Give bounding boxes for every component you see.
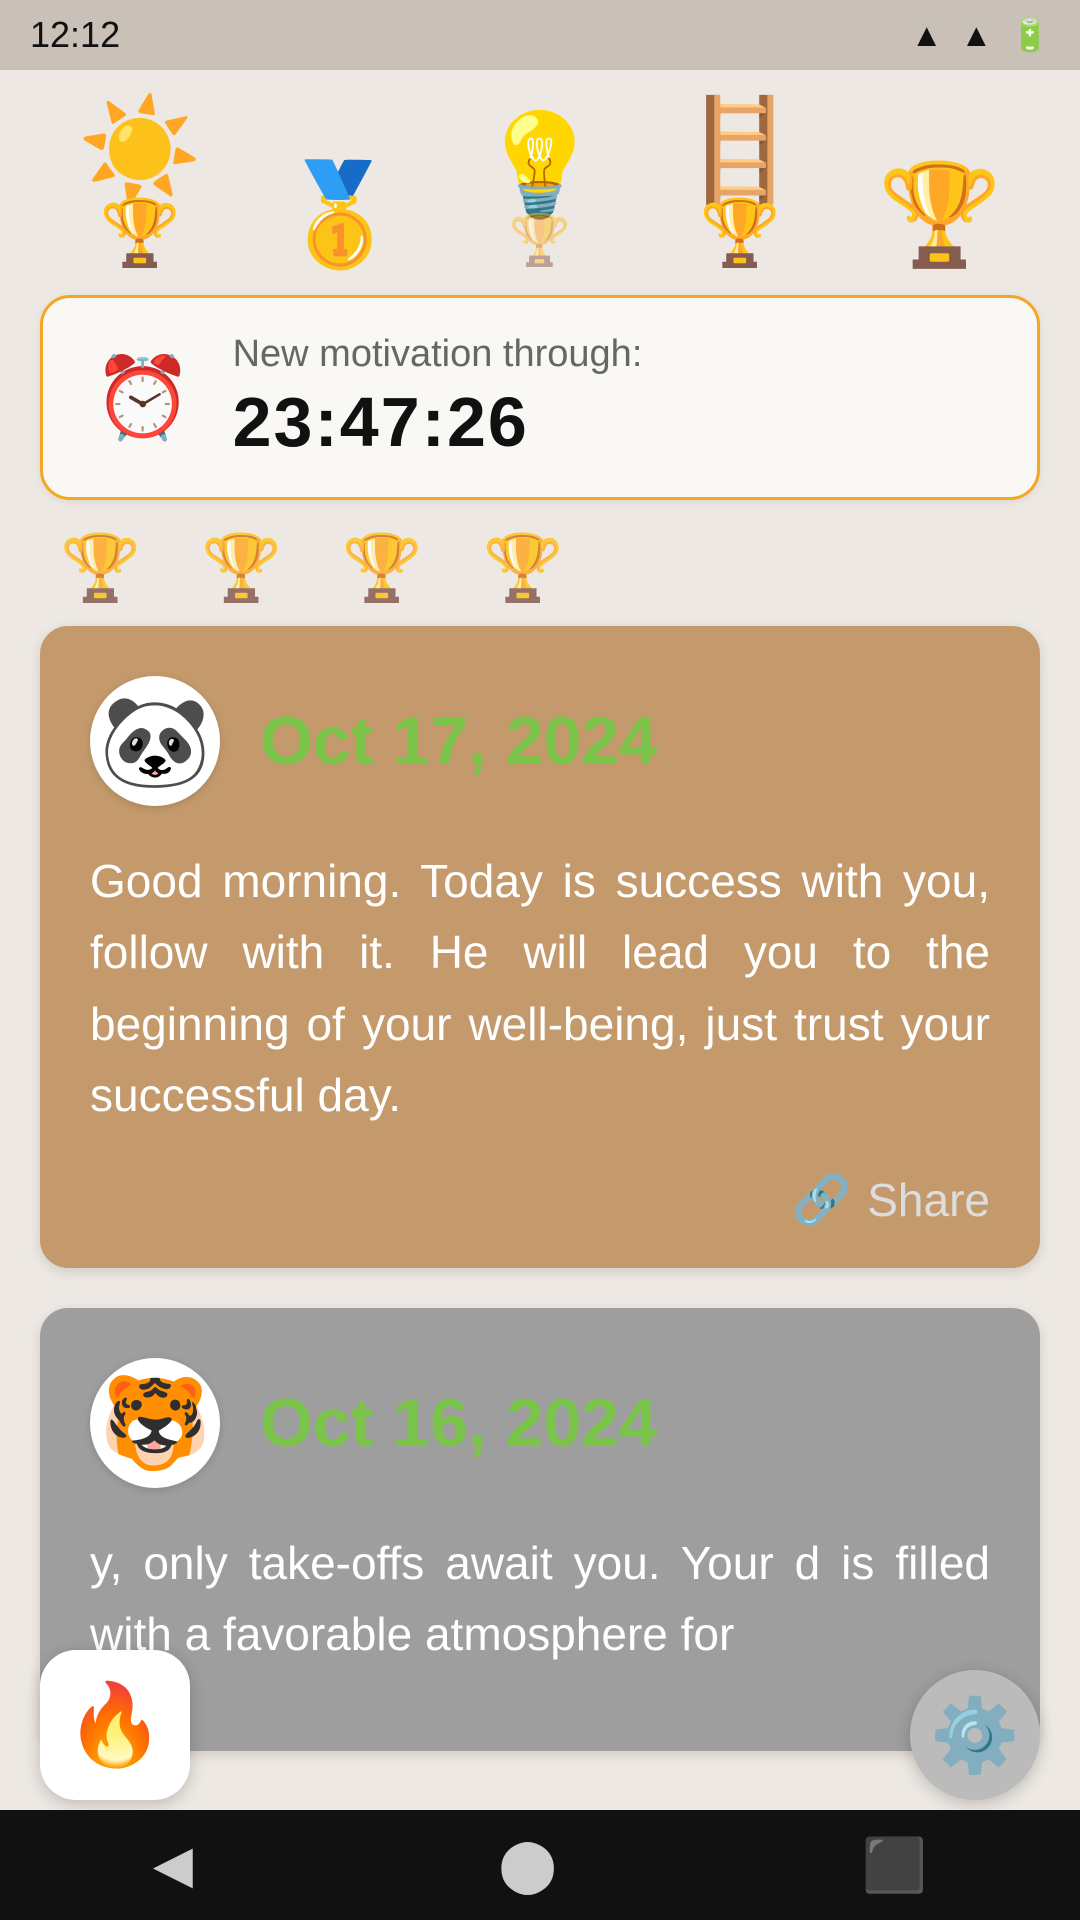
motivation-card-1: 🐼 Oct 17, 2024 Good morning. Today is su… (40, 626, 1040, 1268)
panda-avatar: 🐼 (90, 676, 220, 806)
trophy-row: ☀️ 🏆 🥇 💡 🏆 🪜 🏆 🏆 (0, 70, 1080, 275)
trophy-cup: 🏆 (878, 165, 1003, 265)
trophy-small-2: 🏆 (201, 530, 282, 606)
fab-app-button[interactable]: 🔥 (40, 1650, 190, 1800)
tiger-avatar: 🐯 (90, 1358, 220, 1488)
trophy-small-1: 🏆 (60, 530, 141, 606)
timer-label: New motivation through: (233, 333, 643, 376)
nav-recent-button[interactable]: ⬛ (862, 1835, 927, 1896)
wifi-icon: ▲ (911, 17, 943, 54)
card-2-text: y, only take-offs await you. Your d is f… (90, 1528, 990, 1671)
share-label: Share (867, 1173, 990, 1227)
share-icon: 🔗 (791, 1171, 851, 1228)
settings-gear-icon: ⚙️ (930, 1693, 1020, 1778)
trophy-sun: ☀️ 🏆 (78, 100, 203, 265)
trophy-medal: 🥇 (278, 165, 403, 265)
timer-value: 23:47:26 (233, 382, 643, 462)
card-1-text: Good morning. Today is success with you,… (90, 846, 990, 1131)
status-icons: ▲ ▲ 🔋 (911, 16, 1050, 54)
alarm-icon: ⏰ (93, 351, 193, 445)
nav-bar: ◀ ⬤ ⬛ (0, 1810, 1080, 1920)
card-2-header: 🐯 Oct 16, 2024 (90, 1358, 990, 1488)
trophy-stairs: 🪜 🏆 (678, 100, 803, 265)
timer-content: New motivation through: 23:47:26 (233, 333, 643, 462)
trophy-small-4: 🏆 (483, 530, 564, 606)
flame-icon: 🔥 (65, 1678, 165, 1772)
card-1-date: Oct 17, 2024 (260, 702, 657, 780)
card-2-date: Oct 16, 2024 (260, 1384, 657, 1462)
battery-icon: 🔋 (1010, 16, 1050, 54)
nav-back-button[interactable]: ◀ (153, 1835, 193, 1895)
share-section[interactable]: 🔗 Share (90, 1171, 990, 1228)
trophy-bulb: 💡 🏆 (478, 115, 603, 265)
trophy-row-2: 🏆 🏆 🏆 🏆 (0, 530, 1080, 606)
status-bar: 12:12 ▲ ▲ 🔋 (0, 0, 1080, 70)
card-1-header: 🐼 Oct 17, 2024 (90, 676, 990, 806)
trophy-small-3: 🏆 (342, 530, 423, 606)
timer-card: ⏰ New motivation through: 23:47:26 (40, 295, 1040, 500)
status-time: 12:12 (30, 14, 120, 56)
motivation-card-2: 🐯 Oct 16, 2024 y, only take-offs await y… (40, 1308, 1040, 1751)
fab-settings-button[interactable]: ⚙️ (910, 1670, 1040, 1800)
nav-home-button[interactable]: ⬤ (499, 1835, 557, 1895)
signal-icon: ▲ (960, 17, 992, 54)
